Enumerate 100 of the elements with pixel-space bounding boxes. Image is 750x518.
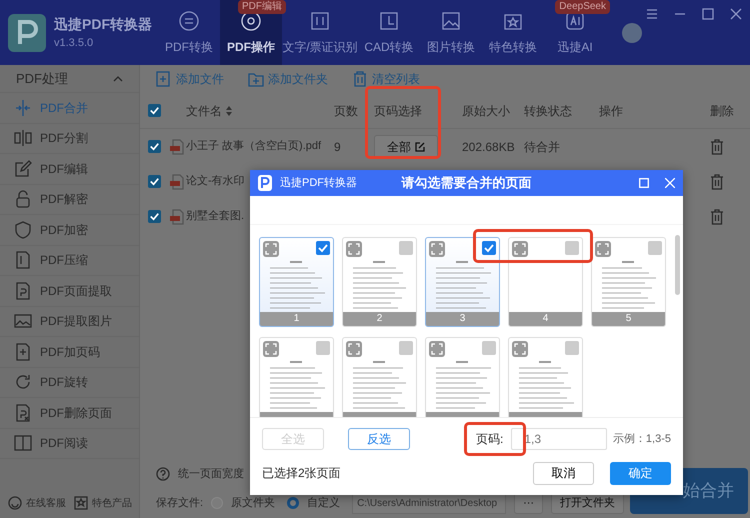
toolbar-button[interactable]: 清空列表 bbox=[352, 70, 420, 88]
app-name: 迅捷PDF转换器 bbox=[54, 14, 152, 34]
sidebar-item[interactable]: PDF压缩 bbox=[0, 246, 139, 276]
nav-tab[interactable]: 图片转换 bbox=[420, 0, 482, 65]
trash-icon[interactable] bbox=[710, 138, 724, 154]
sidebar-item[interactable]: PDF加密 bbox=[0, 215, 139, 246]
trash-icon[interactable] bbox=[710, 174, 724, 190]
maximize-icon[interactable] bbox=[702, 8, 714, 20]
expand-icon[interactable] bbox=[263, 241, 279, 257]
invert-selection-button[interactable]: 反选 bbox=[348, 428, 410, 450]
page-label: 页码: bbox=[476, 431, 504, 448]
document-icon bbox=[14, 282, 32, 300]
sidebar-item[interactable]: PDF分割 bbox=[0, 124, 139, 154]
page-thumbnail[interactable]: 2 bbox=[342, 237, 417, 327]
nav-tab[interactable]: PDF转换 bbox=[158, 0, 220, 65]
sidebar-item[interactable]: PDF删除页面 bbox=[0, 398, 139, 428]
page-checkbox[interactable] bbox=[399, 341, 413, 355]
chevron-up-icon[interactable] bbox=[113, 76, 123, 82]
page-number: 4 bbox=[542, 313, 548, 324]
selection-count: 已选择2张页面 bbox=[262, 465, 341, 482]
trash-icon[interactable] bbox=[710, 208, 724, 224]
expand-icon[interactable] bbox=[346, 341, 362, 357]
page-checkbox[interactable] bbox=[648, 241, 662, 255]
select-all-checkbox[interactable] bbox=[148, 104, 161, 117]
page-checkbox[interactable] bbox=[316, 341, 330, 355]
edit-icon bbox=[415, 142, 425, 152]
highlight-frame bbox=[464, 422, 526, 456]
file-name: 小王子 故事（含空白页).pdf bbox=[186, 138, 322, 154]
page-number: 2 bbox=[376, 313, 382, 324]
sidebar-item[interactable]: PDF编辑 bbox=[0, 154, 139, 184]
radio-label: 自定义 bbox=[307, 496, 340, 511]
page-thumbnail[interactable] bbox=[508, 337, 583, 417]
expand-icon[interactable] bbox=[429, 241, 445, 257]
sidebar-item[interactable]: PDF页面提取 bbox=[0, 276, 139, 306]
sidebar-item[interactable]: PDF合并 bbox=[0, 93, 139, 124]
page-range-button[interactable]: 全部 bbox=[374, 134, 438, 158]
sidebar-item[interactable]: PDF阅读 bbox=[0, 428, 139, 459]
page-checkbox[interactable] bbox=[565, 341, 579, 355]
tab-badge: DeepSeek bbox=[555, 0, 610, 14]
tab-icon bbox=[178, 10, 200, 32]
dialog-title: 请勾选需要合并的页面 bbox=[402, 174, 532, 192]
file-name: 论文-有水印 bbox=[186, 174, 245, 190]
column-header: 原始大小 bbox=[462, 102, 511, 120]
page-thumbnail[interactable]: 4 bbox=[508, 237, 583, 327]
page-checkbox[interactable] bbox=[316, 241, 330, 255]
row-checkbox[interactable] bbox=[148, 140, 161, 153]
page-thumbnail[interactable]: 1 bbox=[259, 237, 334, 327]
shield-icon bbox=[14, 220, 32, 239]
app-version: v1.3.5.0 bbox=[54, 36, 94, 51]
page-thumbnail[interactable] bbox=[342, 337, 417, 417]
page-input[interactable]: 1,3 bbox=[511, 428, 608, 450]
add-folder-icon bbox=[248, 71, 264, 87]
pdf-file-icon bbox=[170, 174, 184, 190]
book-icon bbox=[14, 434, 32, 452]
page-thumbnail[interactable] bbox=[425, 337, 500, 417]
row-checkbox[interactable] bbox=[148, 210, 161, 223]
page-thumbnail[interactable]: 3 bbox=[425, 237, 500, 327]
row-checkbox[interactable] bbox=[148, 175, 161, 188]
pdf-file-icon bbox=[170, 208, 184, 224]
page-checkbox[interactable] bbox=[482, 241, 496, 255]
chat-icon bbox=[8, 496, 22, 510]
trash-icon bbox=[352, 71, 368, 87]
nav-tab[interactable]: 特色转换 bbox=[482, 0, 544, 65]
menu-icon[interactable] bbox=[646, 8, 658, 20]
document-icon bbox=[14, 404, 32, 422]
expand-icon[interactable] bbox=[512, 341, 528, 357]
sidebar-item[interactable]: PDF解密 bbox=[0, 184, 139, 215]
expand-icon[interactable] bbox=[512, 241, 528, 257]
expand-icon[interactable] bbox=[595, 241, 611, 257]
footer-link[interactable]: 在线客服 bbox=[8, 496, 66, 510]
close-icon[interactable] bbox=[730, 8, 742, 20]
nav-tab[interactable]: CAD转换 bbox=[358, 0, 420, 65]
toolbar-button[interactable]: 添加文件夹 bbox=[248, 70, 328, 88]
page-number: 5 bbox=[626, 313, 632, 324]
scrollbar-thumb[interactable] bbox=[675, 235, 680, 295]
expand-icon[interactable] bbox=[263, 341, 279, 357]
image-icon bbox=[14, 312, 32, 330]
user-avatar[interactable] bbox=[622, 22, 642, 42]
confirm-button[interactable]: 确定 bbox=[610, 462, 671, 484]
page-checkbox[interactable] bbox=[399, 241, 413, 255]
sidebar-item[interactable]: PDF提取图片 bbox=[0, 306, 139, 337]
edit-icon bbox=[14, 160, 32, 178]
sidebar-item[interactable]: PDF旋转 bbox=[0, 368, 139, 398]
page-checkbox[interactable] bbox=[482, 341, 496, 355]
expand-icon[interactable] bbox=[346, 241, 362, 257]
tab-icon bbox=[309, 10, 331, 32]
status-text: 待合并 bbox=[524, 138, 561, 156]
page-checkbox[interactable] bbox=[565, 241, 579, 255]
column-header: 转换状态 bbox=[524, 102, 573, 120]
page-thumbnail[interactable] bbox=[259, 337, 334, 417]
document-icon bbox=[14, 342, 32, 361]
sidebar-item[interactable]: PDF加页码 bbox=[0, 337, 139, 368]
page-thumbnail[interactable]: 5 bbox=[591, 237, 666, 327]
expand-icon[interactable] bbox=[429, 341, 445, 357]
tab-badge: PDF编辑 bbox=[238, 0, 286, 14]
toolbar-button[interactable]: 添加文件 bbox=[156, 70, 224, 88]
add-file-icon bbox=[156, 71, 172, 87]
cancel-button[interactable]: 取消 bbox=[533, 462, 594, 484]
footer-link[interactable]: 特色产品 bbox=[74, 496, 132, 510]
radio-button[interactable] bbox=[287, 497, 300, 509]
